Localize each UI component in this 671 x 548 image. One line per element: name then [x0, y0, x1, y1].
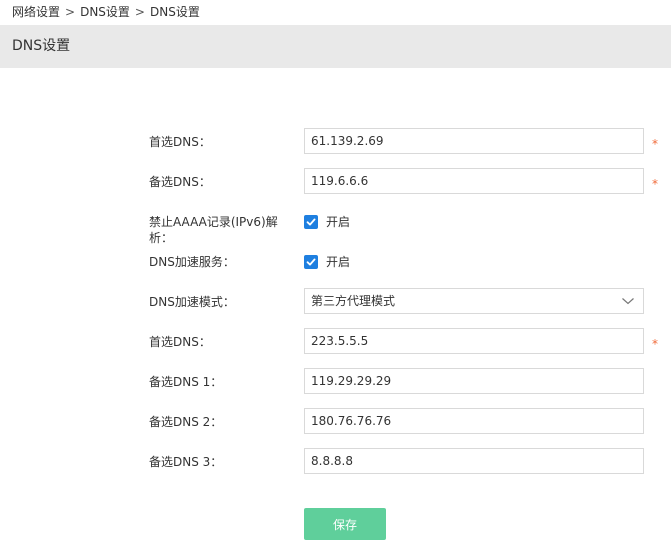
page-title: DNS设置 [12, 38, 71, 54]
primary-dns-input[interactable] [304, 128, 644, 154]
proxy-primary-dns-label: 首选DNS： [149, 335, 211, 349]
breadcrumb-item-dns-settings[interactable]: DNS设置 [80, 5, 130, 19]
check-icon [306, 258, 316, 266]
save-button[interactable]: 保存 [304, 508, 386, 540]
backup-dns-3-input[interactable] [304, 448, 644, 474]
dns-acceleration-option-label: 开启 [326, 255, 351, 269]
primary-dns-label: 首选DNS： [149, 135, 211, 149]
backup-dns-1-input[interactable] [304, 368, 644, 394]
check-icon [306, 218, 316, 226]
breadcrumb: 网络设置 > DNS设置 > DNS设置 [12, 3, 200, 21]
secondary-dns-input[interactable] [304, 168, 644, 194]
backup-dns-2-label: 备选DNS 2： [149, 415, 223, 429]
breadcrumb-separator: > [134, 5, 145, 19]
dns-acceleration-checkbox[interactable] [304, 255, 318, 269]
proxy-primary-dns-required-mark: * [652, 337, 658, 351]
dns-acceleration-label: DNS加速服务： [149, 255, 235, 269]
breadcrumb-item-current: DNS设置 [149, 5, 200, 19]
acceleration-mode-label: DNS加速模式： [149, 295, 235, 309]
backup-dns-3-label: 备选DNS 3： [149, 455, 223, 469]
disable-aaaa-label: 禁止AAAA记录(IPv6)解析： [149, 215, 278, 245]
breadcrumb-separator: > [65, 5, 76, 19]
acceleration-mode-select[interactable]: 第三方代理模式 [304, 288, 644, 314]
acceleration-mode-selected-value: 第三方代理模式 [311, 294, 396, 308]
breadcrumb-item-network-settings[interactable]: 网络设置 [12, 5, 60, 19]
primary-dns-required-mark: * [652, 137, 658, 151]
disable-aaaa-option-label: 开启 [326, 215, 351, 229]
page-header: DNS设置 [0, 25, 671, 68]
backup-dns-1-label: 备选DNS 1： [149, 375, 223, 389]
proxy-primary-dns-input[interactable] [304, 328, 644, 354]
secondary-dns-label: 备选DNS： [149, 175, 211, 189]
secondary-dns-required-mark: * [652, 177, 658, 191]
backup-dns-2-input[interactable] [304, 408, 644, 434]
disable-aaaa-checkbox[interactable] [304, 215, 318, 229]
chevron-down-icon [622, 298, 634, 305]
